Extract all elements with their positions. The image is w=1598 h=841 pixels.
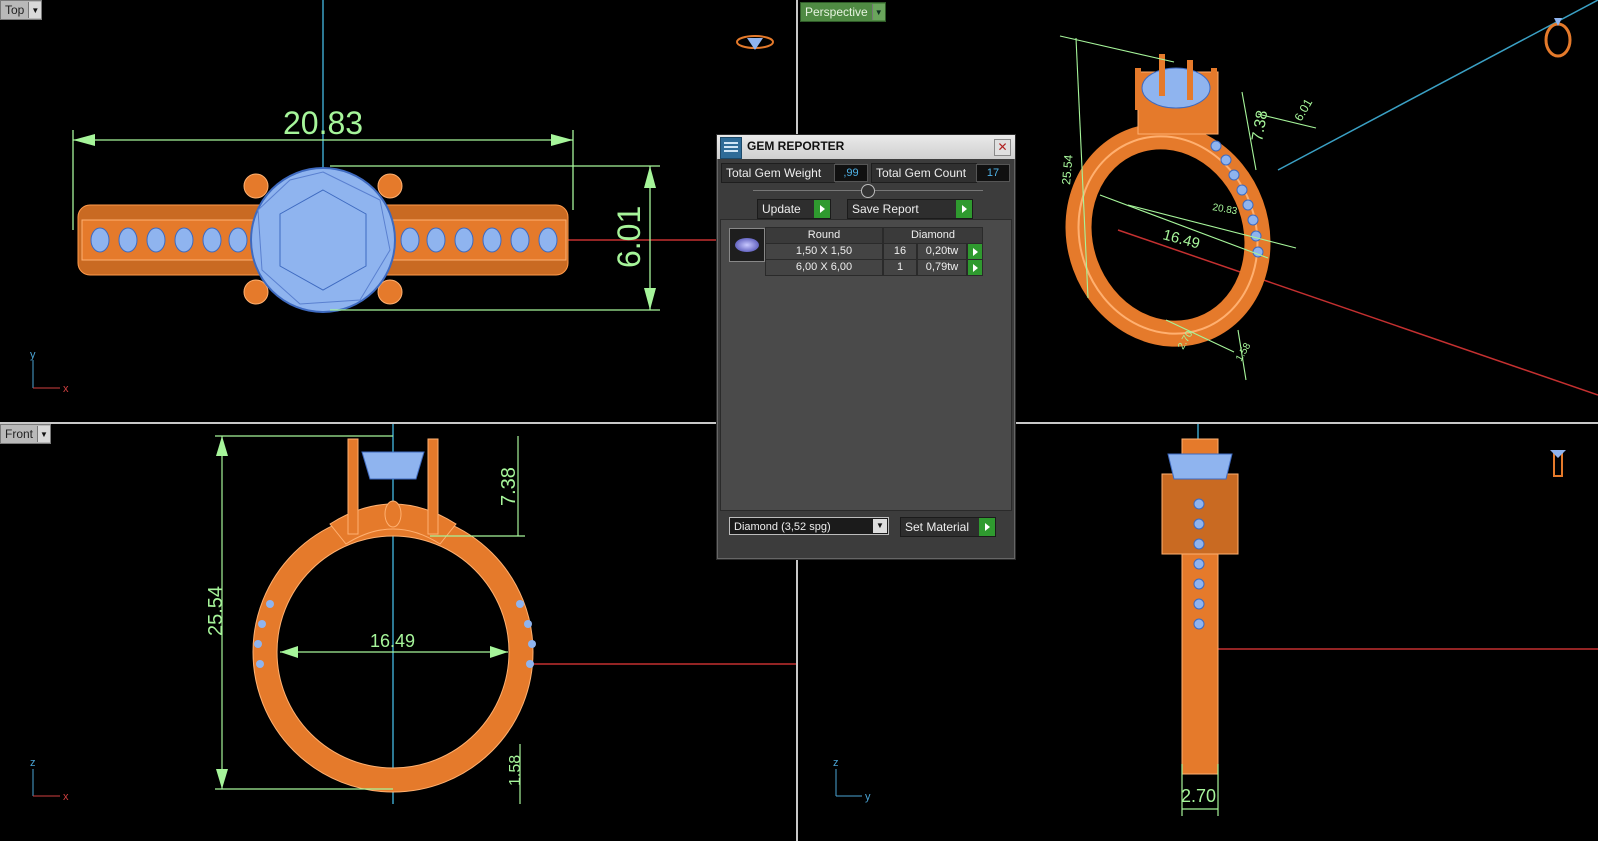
front-inner-dimension: 16.49 (370, 631, 415, 651)
total-gem-weight-label: Total Gem Weight (721, 163, 835, 183)
persp-dim-b: 7.38 (1249, 109, 1271, 143)
persp-dim-c: 6.01 (1291, 96, 1315, 124)
table-cell-size: 1,50 X 1,50 (765, 243, 883, 260)
row-select-button[interactable] (967, 259, 983, 276)
table-cell-count: 1 (883, 259, 917, 276)
table-header-shape: Round (765, 227, 883, 244)
gem-reporter-titlebar[interactable]: GEM REPORTER ✕ (717, 135, 1015, 159)
gem-list[interactable]: Round Diamond 1,50 X 1,50 16 0,20tw 6,00… (720, 219, 1012, 511)
top-axis-y-label: y (30, 349, 36, 361)
row-select-button[interactable] (967, 243, 983, 260)
top-height-dimension: 6.01 (611, 206, 647, 268)
panel-slider-handle[interactable] (861, 184, 875, 198)
persp-dim-a: 25.54 (1059, 154, 1076, 185)
front-top-dimension: 7.38 (498, 467, 520, 506)
play-icon (814, 200, 830, 218)
diamond-gem-icon[interactable] (729, 228, 765, 262)
view-cube-icon (1550, 450, 1566, 477)
total-gem-weight-field[interactable]: ,99 (834, 164, 868, 182)
update-button[interactable]: Update (757, 199, 831, 219)
right-width-dimension: 2.70 (1181, 786, 1216, 806)
table-cell-weight: 0,79tw (917, 259, 967, 276)
top-width-dimension: 20.83 (283, 105, 363, 141)
front-axis-z-label: z (30, 757, 36, 769)
close-icon[interactable]: ✕ (994, 139, 1011, 156)
table-header-material: Diamond (883, 227, 983, 244)
set-material-button[interactable]: Set Material (900, 517, 996, 537)
material-select[interactable]: Diamond (3,52 spg) ▼ (729, 517, 889, 535)
viewport-front[interactable]: 25.54 7.38 16.49 1.58 z x Front ▼ (0, 424, 796, 841)
persp-dim-g: 1.58 (1234, 341, 1253, 364)
viewport-label-front[interactable]: Front ▼ (0, 424, 52, 444)
top-axis-x-label: x (63, 383, 69, 395)
table-cell-count: 16 (883, 243, 917, 260)
gem-reporter-icon (720, 137, 742, 159)
table-cell-weight: 0,20tw (917, 243, 967, 260)
right-axis-y-label: y (865, 791, 871, 803)
front-bottom-dimension: 1.58 (507, 755, 524, 786)
chevron-down-icon[interactable]: ▼ (37, 426, 51, 442)
total-gem-count-field[interactable]: 17 (976, 164, 1010, 182)
top-view-canvas: 20.83 6.01 y x (30, 0, 796, 395)
play-icon (979, 518, 995, 536)
persp-dim-e: 20.83 (1211, 202, 1238, 217)
viewport-top[interactable]: 20.83 6.01 y x Top ▼ (0, 0, 796, 422)
viewport-label-top[interactable]: Top ▼ (0, 0, 43, 20)
save-report-button[interactable]: Save Report (847, 199, 973, 219)
chevron-down-icon[interactable]: ▼ (873, 519, 887, 533)
right-axis-z-label: z (833, 757, 839, 769)
total-gem-count-label: Total Gem Count (871, 163, 977, 183)
front-view-canvas: 25.54 7.38 16.49 1.58 z x (30, 424, 796, 804)
gem-reporter-panel[interactable]: GEM REPORTER ✕ Total Gem Weight ,99 Tota… (716, 134, 1016, 560)
view-cube-icon (736, 35, 774, 50)
gem-reporter-title: GEM REPORTER (747, 139, 845, 153)
front-axis-x-label: x (63, 791, 69, 803)
chevron-down-icon[interactable]: ▼ (871, 4, 885, 20)
play-icon (956, 200, 972, 218)
table-cell-size: 6,00 X 6,00 (765, 259, 883, 276)
front-height-dimension: 25.54 (205, 586, 227, 636)
view-cube-icon (1544, 18, 1572, 58)
viewport-label-perspective[interactable]: Perspective ▼ (800, 2, 886, 22)
chevron-down-icon[interactable]: ▼ (28, 2, 42, 18)
